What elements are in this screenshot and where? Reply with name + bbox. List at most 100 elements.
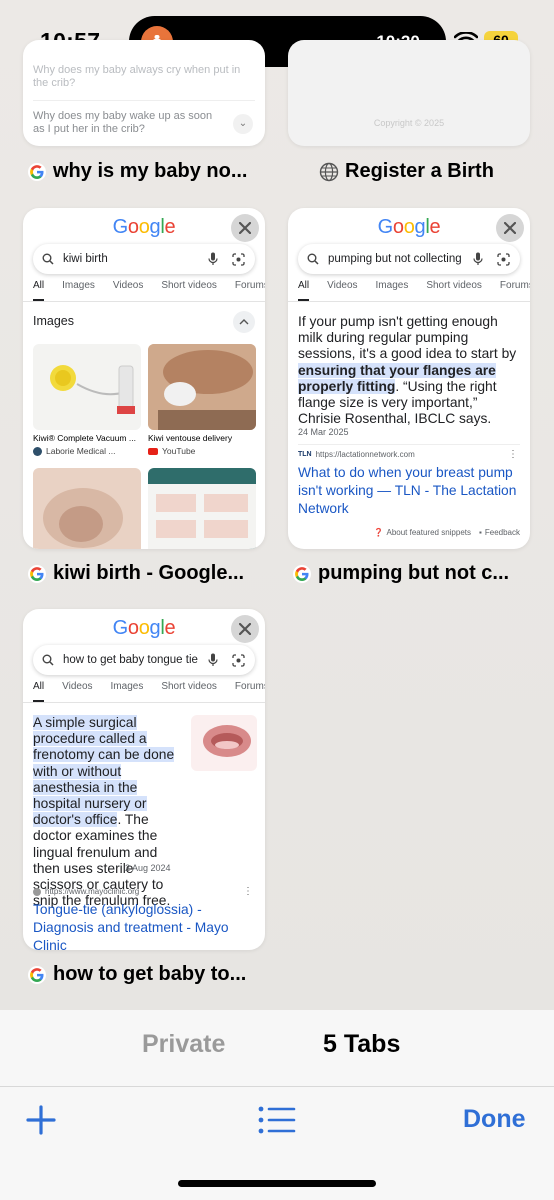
- microphone-icon[interactable]: [205, 653, 221, 667]
- tab-title[interactable]: why is my baby no...: [27, 160, 248, 183]
- image-caption: Kiwi® Complete Vacuum ...: [33, 433, 136, 443]
- list-icon: [258, 1106, 296, 1134]
- tab-title[interactable]: Register a Birth: [319, 160, 494, 183]
- close-tab-button[interactable]: [231, 615, 259, 643]
- search-query: pumping but not collecting: [328, 253, 462, 265]
- search-input[interactable]: how to get baby tongue tie: [33, 645, 255, 675]
- image-result-thumbnail[interactable]: [148, 344, 256, 430]
- filter-tab[interactable]: Videos: [113, 280, 143, 301]
- filter-tab[interactable]: Short videos: [161, 681, 217, 702]
- tab-card-tongue-tie[interactable]: Google how to get baby tongue tie All Vi…: [23, 609, 265, 950]
- private-tab-group-button[interactable]: Private: [142, 1030, 225, 1059]
- result-url: https://www.mayoclinic.org: [45, 887, 140, 896]
- tab-count-button[interactable]: 5 Tabs: [323, 1030, 400, 1059]
- filter-tab[interactable]: Images: [62, 280, 95, 301]
- tab-title-text: kiwi birth - Google...: [53, 562, 245, 584]
- feedback-link[interactable]: Feedback: [485, 528, 520, 537]
- image-source: Laborie Medical ...: [46, 446, 116, 456]
- google-icon: [28, 564, 46, 583]
- google-logo: Google: [112, 216, 176, 238]
- search-query: kiwi birth: [63, 253, 108, 265]
- new-tab-button[interactable]: [25, 1104, 57, 1141]
- tab-groups-button[interactable]: [258, 1105, 296, 1140]
- microphone-icon[interactable]: [205, 252, 221, 266]
- google-logo: Google: [377, 216, 441, 238]
- filter-tab[interactable]: Forums: [500, 280, 530, 301]
- close-tab-button[interactable]: [496, 214, 524, 242]
- filter-tab[interactable]: All: [33, 280, 45, 301]
- images-section-title: Images: [33, 314, 74, 328]
- home-indicator: [178, 1180, 376, 1187]
- filter-tab[interactable]: All: [298, 280, 310, 301]
- filter-tab[interactable]: Images: [111, 681, 144, 702]
- search-filter-tabs: All Videos Images Short videos Forums: [288, 280, 530, 302]
- plus-icon: [26, 1105, 56, 1135]
- filter-tab[interactable]: Short videos: [426, 280, 482, 301]
- image-result-thumbnail[interactable]: [33, 344, 141, 430]
- google-icon: [28, 965, 46, 984]
- filter-tab[interactable]: Forums: [235, 280, 265, 301]
- result-link[interactable]: What to do when your breast pump isn't w…: [298, 464, 520, 518]
- more-options-icon[interactable]: ⋮: [243, 886, 253, 897]
- tab-card-pumping[interactable]: Google pumping but not collecting All Vi…: [288, 208, 530, 549]
- tab-card-why-baby[interactable]: Why does my baby always cry when put in …: [23, 40, 265, 146]
- featured-snippet: If your pump isn't getting enough milk d…: [298, 314, 518, 427]
- snippet-image[interactable]: [191, 715, 257, 771]
- source-favicon-icon: TLN: [298, 451, 312, 458]
- chevron-down-icon: ⌄: [233, 114, 253, 134]
- image-source: YouTube: [162, 446, 196, 456]
- snippet-date: 2 Aug 2024: [125, 863, 171, 873]
- search-icon: [42, 654, 54, 666]
- lens-icon[interactable]: [230, 653, 246, 667]
- featured-snippet-highlight: A simple surgical procedure called a fre…: [33, 715, 183, 909]
- image-caption: Kiwi ventouse delivery: [148, 433, 233, 443]
- search-filter-tabs: All Videos Images Short videos Forums: [23, 681, 265, 703]
- image-result-thumbnail[interactable]: [148, 468, 256, 549]
- source-favicon-icon: [33, 887, 41, 896]
- tab-title-text: why is my baby no...: [53, 160, 248, 182]
- tab-card-kiwi-birth[interactable]: Google kiwi birth All Images Videos Shor…: [23, 208, 265, 549]
- search-query: how to get baby tongue tie: [63, 654, 198, 666]
- google-icon: [28, 162, 46, 181]
- youtube-icon: [148, 447, 158, 455]
- snippet-text: If your pump isn't getting enough milk d…: [298, 314, 517, 362]
- about-snippets-link[interactable]: About featured snippets: [387, 528, 472, 537]
- filter-tab[interactable]: Short videos: [161, 280, 217, 301]
- done-button[interactable]: Done: [463, 1105, 526, 1134]
- snippet-highlight: A simple surgical procedure called a fre…: [33, 715, 175, 828]
- search-input[interactable]: kiwi birth: [33, 244, 255, 274]
- lens-icon[interactable]: [230, 252, 246, 266]
- filter-tab[interactable]: Videos: [327, 280, 357, 301]
- related-question: Why does my baby wake up as soon as I pu…: [33, 110, 213, 135]
- filter-tab[interactable]: Forums: [235, 681, 265, 702]
- related-question: Why does my baby always cry when put in …: [33, 64, 241, 89]
- search-filter-tabs: All Images Videos Short videos Forums: [23, 280, 265, 302]
- tab-title[interactable]: how to get baby to...: [27, 963, 246, 986]
- tab-title[interactable]: pumping but not c...: [292, 562, 509, 585]
- help-icon: ❓: [373, 528, 384, 537]
- tab-title[interactable]: kiwi birth - Google...: [27, 562, 244, 585]
- close-tab-button[interactable]: [231, 214, 259, 242]
- snippet-date: 24 Mar 2025: [298, 427, 349, 437]
- tab-card-register-birth[interactable]: Copyright © 2025: [288, 40, 530, 146]
- image-result-thumbnail[interactable]: [33, 468, 141, 549]
- tab-title-text: how to get baby to...: [53, 963, 247, 985]
- filter-tab[interactable]: All: [33, 681, 45, 702]
- search-icon: [42, 253, 54, 265]
- microphone-icon[interactable]: [470, 252, 486, 266]
- chevron-up-icon[interactable]: [233, 311, 255, 333]
- result-url: https://lactationnetwork.com: [315, 450, 415, 459]
- more-options-icon[interactable]: ⋮: [508, 449, 518, 460]
- search-input[interactable]: pumping but not collecting: [298, 244, 520, 274]
- page-footer: Copyright © 2025: [373, 118, 445, 128]
- lens-icon[interactable]: [495, 252, 511, 266]
- google-logo: Google: [112, 617, 176, 639]
- toolbar-divider: [0, 1086, 554, 1087]
- filter-tab[interactable]: Images: [376, 280, 409, 301]
- filter-tab[interactable]: Videos: [62, 681, 92, 702]
- result-link[interactable]: Tongue-tie (ankyloglossia) - Diagnosis a…: [33, 901, 255, 950]
- search-icon: [307, 253, 319, 265]
- source-favicon-icon: [33, 446, 42, 456]
- feedback-icon: ▪: [479, 528, 482, 537]
- google-icon: [293, 564, 311, 583]
